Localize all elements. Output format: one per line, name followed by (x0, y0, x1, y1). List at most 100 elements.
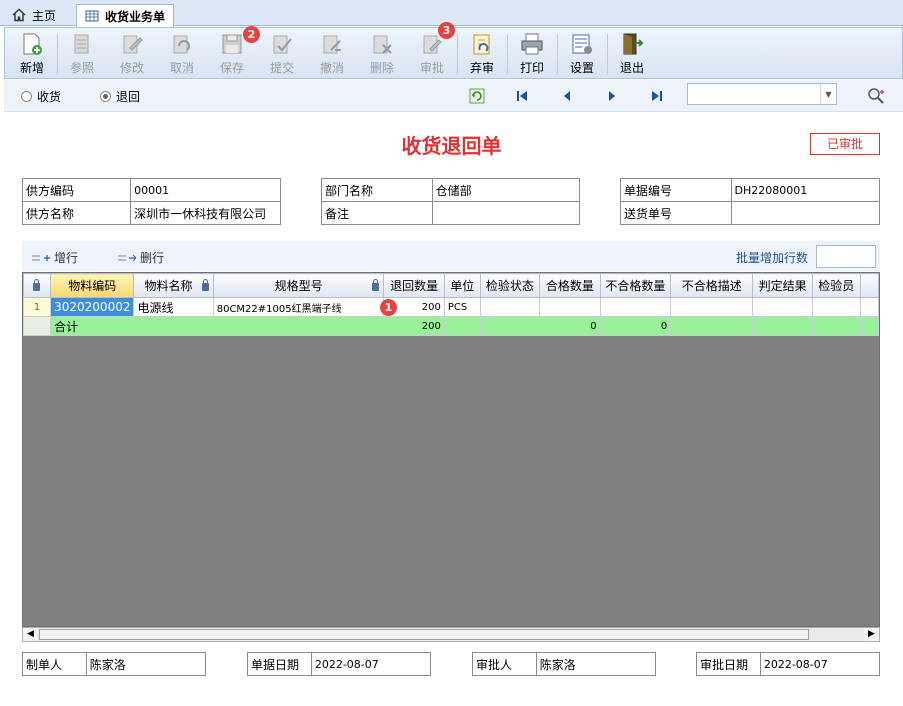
doc-no-field[interactable]: DH22080001 (730, 178, 881, 202)
doc-title: 收货退回单 (401, 134, 502, 158)
cell-spec[interactable]: 80CM22#1005红黑端子线 (212, 297, 385, 317)
new-doc-icon (23, 33, 42, 55)
filter-nav-row: 收货 退回 ▼ (4, 80, 903, 112)
tab-home[interactable]: 主页 (4, 4, 64, 26)
prev-record-icon[interactable] (559, 88, 575, 104)
col-header-inspect-status[interactable]: 检验状态 (479, 273, 541, 298)
row-header-corner[interactable] (23, 273, 52, 298)
search-icon[interactable] (867, 87, 885, 105)
tab-receiving-doc[interactable]: 收货业务单 (76, 4, 175, 27)
unapprove-button[interactable]: 弃审 (460, 32, 504, 78)
supplier-name-field[interactable]: 深圳市一休科技有限公司 (130, 201, 281, 225)
cell-fail-qty[interactable] (599, 297, 672, 317)
supplier-code-field[interactable]: 00001 (130, 178, 281, 202)
col-header-inspector[interactable]: 检验员 (811, 273, 861, 298)
save-badge: 2 (243, 26, 260, 43)
delivery-no-field[interactable] (730, 201, 881, 225)
col-header-spec[interactable]: 规格型号 (212, 273, 385, 298)
table-row[interactable]: 1 3020200002 电源线 80CM22#1005红黑端子线 200 PC… (23, 297, 879, 317)
cell-extra[interactable] (859, 297, 879, 317)
reference-button[interactable]: 参照 (60, 32, 104, 78)
col-header-unit[interactable]: 单位 (443, 273, 481, 298)
cell-inspect-status[interactable] (479, 297, 541, 317)
supplier-info: 供方编码 00001 供方名称 深圳市一休科技有限公司 (21, 178, 281, 225)
print-button[interactable]: 打印 (510, 32, 554, 78)
document-info: 单据编号 DH22080001 送货单号 (620, 178, 881, 225)
save-icon (222, 34, 242, 54)
exit-button[interactable]: 退出 (610, 32, 654, 78)
record-select[interactable]: ▼ (687, 83, 837, 105)
reference-icon (74, 34, 89, 54)
col-header-result[interactable]: 判定结果 (752, 273, 813, 298)
lock-icon (33, 279, 41, 291)
cell-result[interactable] (752, 297, 813, 317)
submit-button[interactable]: 提交 (260, 32, 304, 78)
detail-table: 物料编码 物料名称 规格型号 退回数量 单位 检验状态 合格数量 不合格数量 不… (23, 273, 879, 336)
exit-door-icon (623, 33, 644, 55)
approve-date-info: 审批日期 2022-08-07 (696, 652, 881, 676)
batch-add-label: 批量增加行数 (736, 251, 809, 265)
scroll-left-icon[interactable]: ◀ (23, 628, 38, 641)
refresh-icon[interactable] (469, 88, 485, 104)
batch-add-input[interactable] (816, 245, 876, 268)
col-header-fail-qty[interactable]: 不合格数量 (599, 273, 672, 298)
delete-button[interactable]: 删除 (360, 32, 404, 78)
printer-icon (521, 33, 543, 55)
radio-return[interactable]: 退回 (100, 88, 140, 105)
tab-active-label: 收货业务单 (105, 9, 166, 24)
cell-fail-desc[interactable] (670, 297, 754, 317)
delete-row-button[interactable]: 删行 (118, 249, 164, 266)
cell-inspector[interactable] (811, 297, 861, 317)
col-header-name[interactable]: 物料名称 (133, 273, 214, 298)
radio-return-dot[interactable] (100, 91, 111, 102)
department-info: 部门名称 仓储部 备注 (321, 178, 581, 225)
dept-label: 部门名称 (321, 178, 433, 202)
cancel-button[interactable]: 取消 (160, 32, 204, 78)
total-row-number (23, 316, 52, 336)
grid-toolbar: 增行 删行 批量增加行数 (22, 241, 880, 271)
status-badge: 已审批 (810, 133, 880, 155)
tab-home-label: 主页 (32, 8, 57, 23)
scroll-right-icon[interactable]: ▶ (864, 628, 879, 641)
col-header-code[interactable]: 物料编码 (50, 273, 135, 298)
remark-label: 备注 (321, 201, 433, 225)
approver-field: 陈家洛 (535, 652, 657, 676)
lock-icon (372, 279, 380, 291)
new-button[interactable]: 新增 (10, 32, 54, 78)
settings-button[interactable]: 设置 (560, 32, 604, 78)
revoke-button[interactable]: 撤消 (310, 32, 354, 78)
first-record-icon[interactable] (514, 88, 530, 104)
cell-pass-qty[interactable] (539, 297, 601, 317)
radio-receive-dot[interactable] (21, 91, 32, 102)
next-record-icon[interactable] (604, 88, 620, 104)
total-row: 合计 200 0 0 (23, 316, 879, 336)
main-toolbar: 新增 参照 修改 取消 保存 2 提交 撤消 删除 审批 3 弃审 打印 设置 … (4, 22, 903, 79)
doc-date-info: 单据日期 2022-08-07 (247, 652, 432, 676)
doc-date-field: 2022-08-07 (310, 652, 432, 676)
col-header-return-qty[interactable]: 退回数量 (383, 273, 445, 298)
cell-unit[interactable]: PCS (443, 297, 481, 317)
row-number[interactable]: 1 (23, 297, 52, 317)
approve-date-label: 审批日期 (696, 652, 761, 676)
detail-grid[interactable]: 物料编码 物料名称 规格型号 退回数量 单位 检验状态 合格数量 不合格数量 不… (22, 272, 880, 627)
scroll-thumb[interactable] (39, 629, 809, 640)
horizontal-scrollbar[interactable]: ◀ ▶ (22, 627, 880, 642)
chevron-down-icon[interactable]: ▼ (820, 84, 836, 104)
edit-button[interactable]: 修改 (110, 32, 154, 78)
approver-info: 审批人 陈家洛 (472, 652, 657, 676)
add-row-button[interactable]: 增行 (32, 249, 78, 266)
last-record-icon[interactable] (649, 88, 665, 104)
doc-no-label: 单据编号 (620, 178, 732, 202)
col-header-pass-qty[interactable]: 合格数量 (539, 273, 601, 298)
remark-field[interactable] (431, 201, 581, 225)
col-header-extra (859, 273, 879, 298)
dept-field[interactable]: 仓储部 (431, 178, 581, 202)
edit-icon (123, 35, 143, 54)
undo-icon (173, 35, 190, 54)
grid-doc-icon (85, 10, 99, 22)
approver-label: 审批人 (472, 652, 537, 676)
cell-code[interactable]: 3020200002 (50, 297, 135, 317)
cell-name[interactable]: 电源线 (133, 297, 214, 317)
radio-receive[interactable]: 收货 (21, 88, 61, 105)
col-header-fail-desc[interactable]: 不合格描述 (670, 273, 754, 298)
